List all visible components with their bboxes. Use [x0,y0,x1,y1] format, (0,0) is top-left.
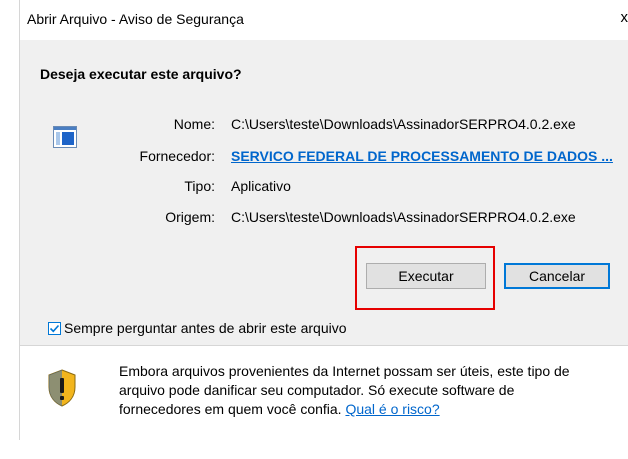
security-shield-warning-icon [48,369,76,407]
type-label: Tipo: [184,178,215,194]
origin-value: C:\Users\teste\Downloads\AssinadorSERPRO… [231,209,576,225]
name-label: Nome: [173,116,215,132]
security-warning-dialog: Abrir Arquivo - Aviso de Segurança x Des… [0,0,628,459]
warning-line-1: Embora arquivos provenientes da Internet… [119,363,570,379]
window-title: Abrir Arquivo - Aviso de Segurança [27,11,244,27]
security-footer: Embora arquivos provenientes da Internet… [20,346,628,459]
checkmark-icon [49,324,60,332]
security-warning-text: Embora arquivos provenientes da Internet… [119,362,628,419]
risk-link[interactable]: Qual é o risco? [345,401,439,417]
publisher-label: Fornecedor: [139,148,215,164]
title-bar[interactable]: Abrir Arquivo - Aviso de Segurança x [20,0,628,40]
close-icon[interactable]: x [621,9,628,26]
always-ask-label: Sempre perguntar antes de abrir este arq… [64,320,347,336]
warning-line-2: arquivo pode danificar seu computador. S… [119,382,515,398]
name-value: C:\Users\teste\Downloads\AssinadorSERPRO… [231,116,576,132]
warning-line-3-text: fornecedores em quem você confia. [119,401,346,417]
always-ask-option[interactable]: Sempre perguntar antes de abrir este arq… [48,320,347,336]
dialog-body: Deseja executar este arquivo? Nome: C:\U… [20,40,628,345]
run-button[interactable]: Executar [366,263,486,289]
publisher-link[interactable]: SERVICO FEDERAL DE PROCESSAMENTO DE DADO… [231,148,613,164]
cancel-button[interactable]: Cancelar [504,263,610,289]
warning-line-3: fornecedores em quem você confia. Qual é… [119,400,628,419]
always-ask-checkbox[interactable] [48,321,61,335]
type-value: Aplicativo [231,178,291,194]
dialog-question: Deseja executar este arquivo? [40,66,242,82]
origin-label: Origem: [165,209,215,225]
